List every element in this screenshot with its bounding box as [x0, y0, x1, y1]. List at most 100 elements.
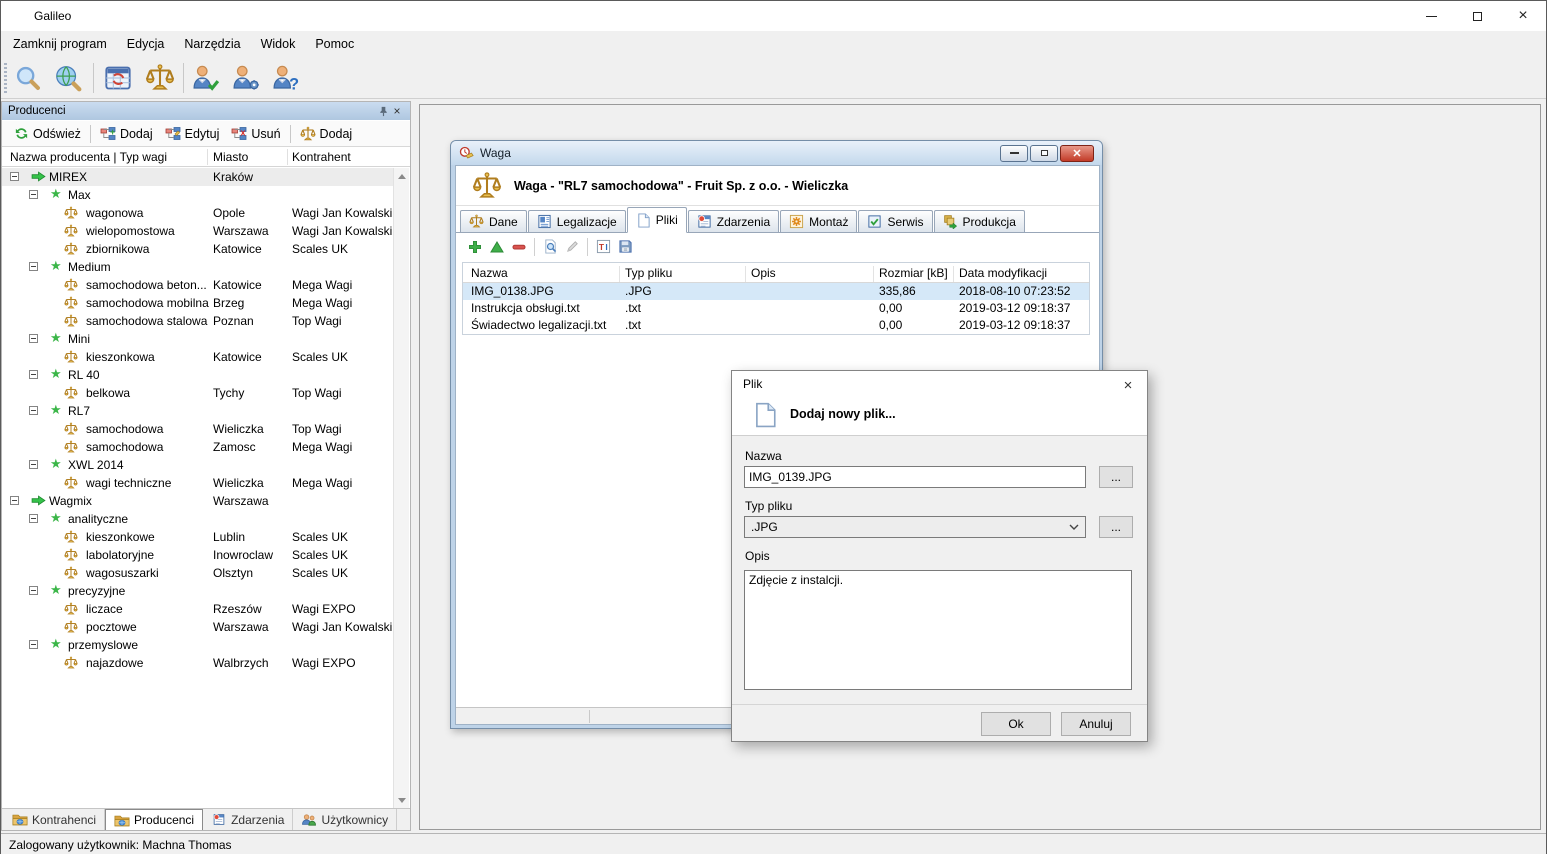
- tab-użytkownicy[interactable]: Użytkownicy: [293, 809, 397, 830]
- tree-row[interactable]: samochodowa mobilnaBrzegMega Wagi: [2, 294, 394, 312]
- user-accept-button[interactable]: [189, 61, 223, 95]
- menu-item[interactable]: Zamknij program: [3, 33, 117, 55]
- tree-row[interactable]: najazdoweWalbrzychWagi EXPO: [2, 654, 394, 672]
- filetype-select[interactable]: .JPG: [744, 516, 1086, 538]
- files-column-header[interactable]: Nazwa: [471, 266, 508, 280]
- waga-tab-pliki[interactable]: Pliki: [627, 207, 687, 233]
- collapse-icon[interactable]: [29, 406, 38, 415]
- upload-file-button[interactable]: [486, 236, 508, 258]
- collapse-icon[interactable]: [29, 640, 38, 649]
- user-settings-button[interactable]: [229, 61, 263, 95]
- panel-close-icon[interactable]: ×: [390, 104, 404, 118]
- tree-scrollbar[interactable]: [393, 168, 409, 808]
- column-header[interactable]: Kontrahent: [292, 150, 351, 164]
- collapse-icon[interactable]: [29, 334, 38, 343]
- tab-kontrahenci[interactable]: Kontrahenci: [4, 809, 105, 830]
- cancel-button[interactable]: Anuluj: [1061, 712, 1131, 736]
- pin-icon[interactable]: [376, 104, 390, 118]
- tree-row[interactable]: ★RL7: [2, 402, 394, 420]
- tree-row[interactable]: ★przemyslowe: [2, 636, 394, 654]
- tree-row[interactable]: samochodowa stalowaPoznanTop Wagi: [2, 312, 394, 330]
- waga-minimize-icon[interactable]: [1000, 145, 1028, 162]
- tree-row[interactable]: wagi techniczneWieliczkaMega Wagi: [2, 474, 394, 492]
- browse-name-button[interactable]: ...: [1099, 466, 1133, 488]
- files-column-header[interactable]: Opis: [751, 266, 776, 280]
- description-field[interactable]: Zdjęcie z instalcji.: [744, 570, 1132, 690]
- scroll-down-icon[interactable]: [394, 792, 410, 808]
- tree-row[interactable]: samochodowaZamoscMega Wagi: [2, 438, 394, 456]
- ok-button[interactable]: Ok: [981, 712, 1051, 736]
- waga-close-icon[interactable]: ✕: [1060, 145, 1094, 162]
- minimize-icon[interactable]: [1408, 1, 1454, 31]
- tree-row[interactable]: liczaceRzeszówWagi EXPO: [2, 600, 394, 618]
- column-header[interactable]: Nazwa producenta | Typ wagi: [10, 150, 167, 164]
- maximize-icon[interactable]: [1454, 1, 1500, 31]
- panel-tree-edit-button[interactable]: Edytuj: [159, 123, 226, 145]
- rename-file-button[interactable]: TI: [592, 236, 614, 258]
- edit-file-button[interactable]: [561, 236, 583, 258]
- search-button[interactable]: [11, 61, 45, 95]
- waga-tab-zdarzenia[interactable]: Zdarzenia: [688, 210, 779, 232]
- file-row[interactable]: Świadectwo legalizacji.txt.txt0,002019-0…: [463, 317, 1089, 334]
- waga-tab-montaż[interactable]: Montaż: [780, 210, 857, 232]
- tree-row[interactable]: samochodowa beton...KatowiceMega Wagi: [2, 276, 394, 294]
- tree-row[interactable]: kieszonkoweLublinScales UK: [2, 528, 394, 546]
- files-column-header[interactable]: Typ pliku: [625, 266, 672, 280]
- waga-tab-legalizacje[interactable]: Legalizacje: [528, 210, 626, 232]
- tree-row[interactable]: ★analityczne: [2, 510, 394, 528]
- file-row[interactable]: Instrukcja obsługi.txt.txt0,002019-03-12…: [463, 300, 1089, 317]
- tree-row[interactable]: pocztoweWarszawaWagi Jan Kowalski: [2, 618, 394, 636]
- tree-row[interactable]: ★Mini: [2, 330, 394, 348]
- browse-type-button[interactable]: ...: [1099, 516, 1133, 538]
- waga-tab-serwis[interactable]: Serwis: [858, 210, 932, 232]
- tree-row[interactable]: wielopomostowaWarszawaWagi Jan Kowalski: [2, 222, 394, 240]
- tree-row[interactable]: WagmixWarszawa: [2, 492, 394, 510]
- collapse-icon[interactable]: [10, 172, 19, 181]
- toolbar-grip[interactable]: [4, 63, 7, 93]
- dialog-close-icon[interactable]: ×: [1119, 376, 1137, 394]
- preview-file-button[interactable]: [539, 236, 561, 258]
- global-search-button[interactable]: [51, 61, 85, 95]
- menu-item[interactable]: Widok: [251, 33, 306, 55]
- save-file-button[interactable]: [614, 236, 636, 258]
- tree-row[interactable]: kieszonkowaKatowiceScales UK: [2, 348, 394, 366]
- collapse-icon[interactable]: [29, 514, 38, 523]
- tree-row[interactable]: ★Medium: [2, 258, 394, 276]
- menu-item[interactable]: Edycja: [117, 33, 175, 55]
- collapse-icon[interactable]: [29, 460, 38, 469]
- tree-row[interactable]: wagosuszarkiOlsztynScales UK: [2, 564, 394, 582]
- calendar-button[interactable]: [101, 61, 135, 95]
- tree-row[interactable]: ★RL 40: [2, 366, 394, 384]
- user-help-button[interactable]: ?: [269, 61, 303, 95]
- waga-tab-produkcja[interactable]: Produkcja: [934, 210, 1025, 232]
- panel-tree-add-button[interactable]: +Dodaj: [94, 123, 159, 145]
- tree-row[interactable]: belkowaTychyTop Wagi: [2, 384, 394, 402]
- name-field[interactable]: [744, 466, 1086, 488]
- files-column-header[interactable]: Rozmiar [kB]: [879, 266, 948, 280]
- files-column-header[interactable]: Data modyfikacji: [959, 266, 1047, 280]
- column-header[interactable]: Miasto: [213, 150, 248, 164]
- tree-row[interactable]: ★Max: [2, 186, 394, 204]
- add-file-button[interactable]: [464, 236, 486, 258]
- panel-scales-button[interactable]: Dodaj: [294, 123, 359, 145]
- remove-file-button[interactable]: [508, 236, 530, 258]
- file-row[interactable]: IMG_0138.JPG.JPG335,862018-08-10 07:23:5…: [463, 283, 1089, 300]
- tree-row[interactable]: MIREXKraków: [2, 168, 394, 186]
- collapse-icon[interactable]: [29, 262, 38, 271]
- close-icon[interactable]: ×: [1500, 1, 1546, 31]
- tree-row[interactable]: ★precyzyjne: [2, 582, 394, 600]
- waga-restore-icon[interactable]: [1030, 145, 1058, 162]
- panel-tree-delete-button[interactable]: xUsuń: [225, 123, 286, 145]
- collapse-icon[interactable]: [10, 496, 19, 505]
- tree-row[interactable]: wagonowaOpoleWagi Jan Kowalski: [2, 204, 394, 222]
- tree-row[interactable]: labolatoryjneInowroclawScales UK: [2, 546, 394, 564]
- waga-titlebar[interactable]: Waga ✕: [451, 141, 1102, 165]
- collapse-icon[interactable]: [29, 586, 38, 595]
- scales-button[interactable]: [143, 61, 177, 95]
- menu-item[interactable]: Narzędzia: [174, 33, 250, 55]
- scroll-up-icon[interactable]: [394, 168, 410, 184]
- tree-row[interactable]: samochodowaWieliczkaTop Wagi: [2, 420, 394, 438]
- waga-tab-dane[interactable]: Dane: [460, 210, 527, 232]
- tab-producenci[interactable]: Producenci: [105, 809, 203, 830]
- collapse-icon[interactable]: [29, 370, 38, 379]
